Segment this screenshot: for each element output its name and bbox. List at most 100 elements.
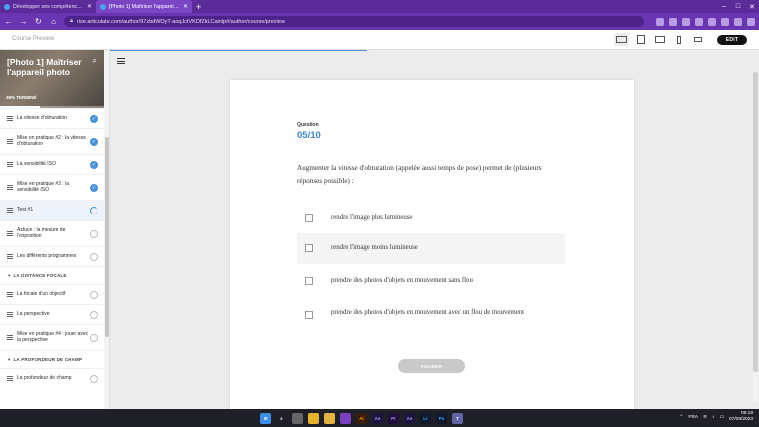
file-explorer-icon[interactable] [324,413,335,424]
chrome-icon[interactable] [308,413,319,424]
extension-icon[interactable] [695,17,703,26]
browser-tab-2[interactable]: [Photo 1] Maîtriser l'appareil pho ✕ [96,0,192,13]
visual-studio-icon[interactable] [340,413,351,424]
photoshop-icon[interactable]: Ps [436,413,447,424]
wifi-icon[interactable]: ≋ [703,415,707,420]
reload-icon[interactable]: ↻ [34,17,43,26]
hamburger-menu-icon[interactable] [117,58,125,64]
tablet-portrait-view-icon[interactable] [652,33,667,46]
sidebar-scrollbar-thumb[interactable] [105,137,109,337]
menu-icon[interactable] [747,17,755,26]
empty-circle-icon [90,310,98,319]
empty-circle-icon [90,374,98,383]
minimize-icon[interactable]: – [717,0,731,13]
extensions-area [656,17,755,26]
lesson-label: Test #1 [17,206,34,213]
check-complete-icon: ✓ [90,160,98,169]
after-effects-icon[interactable]: Ae [404,413,415,424]
sidebar-lesson-item[interactable]: Astuce : la mesure de l'exposition [0,220,104,246]
premiere-icon[interactable]: Pr [388,413,399,424]
language-indicator[interactable]: FRA [688,415,698,420]
answer-choice[interactable]: rendre l'image plus lumineuse [297,211,565,225]
back-icon[interactable]: ← [4,17,13,26]
maximize-icon[interactable]: □ [731,0,745,13]
progress-label: 38% TERMINÉ [6,95,37,100]
lesson-text-icon [7,208,13,213]
sidebar-lesson-item[interactable]: La profondeur de champ [0,368,104,388]
sidebar-lesson-item[interactable]: Les différents programmes [0,246,104,266]
edit-button[interactable]: EDIT [717,35,747,45]
windows-taskbar: ⊞ ⌕ Ai Ae Pr Ae Lr Ps T ⌃ FRA ≋ ♪ ▭ 09:1… [0,409,759,427]
home-icon[interactable]: ⌂ [49,17,58,26]
lesson-progress-line [110,50,367,51]
lesson-text-icon [7,312,13,317]
answer-choice[interactable]: rendre l'image moins lumineuse [297,233,565,264]
new-tab-icon[interactable]: + [196,2,201,12]
bookmark-star-icon[interactable] [669,17,677,26]
sidebar-lesson-item[interactable]: La perspective [0,304,104,324]
sidebar-lesson-item[interactable]: La focale d'un objectif [0,284,104,304]
lightroom-icon[interactable]: Lr [420,413,431,424]
volume-icon[interactable]: ♪ [712,415,714,420]
share-icon[interactable] [656,17,664,26]
extension-icon[interactable] [682,17,690,26]
sidebar-section-header[interactable]: ▾ LA DISTANCE FOCALE [0,266,104,284]
sidebar-lesson-item[interactable]: La vitesse d'obturation ✓ [0,108,104,128]
task-view-icon[interactable] [292,413,303,424]
clock[interactable]: 09:18 07/08/2023 [729,411,753,423]
submit-button[interactable]: VALIDER [398,359,465,373]
content-scrollbar[interactable] [753,72,758,402]
checkbox[interactable] [305,214,313,222]
checkbox[interactable] [305,311,313,319]
sidebar-lesson-item[interactable]: Test #1 [0,200,104,220]
lesson-label: Mise en pratique #4 : jouer avec la pers… [17,330,89,343]
checkbox[interactable] [305,277,313,285]
content-scrollbar-thumb[interactable] [753,72,758,372]
tablet-landscape-view-icon[interactable] [633,33,648,46]
browser-tab-1[interactable]: Développer ses compétences m ✕ [0,0,96,13]
search-icon[interactable]: ⌕ [93,56,97,66]
presentation-view-icon[interactable] [690,33,705,46]
lesson-text-icon [7,254,13,259]
lesson-label: La perspective [17,310,50,317]
profile-avatar[interactable] [734,17,742,26]
lesson-text-icon [7,162,13,167]
battery-icon[interactable]: ▭ [719,415,724,420]
answer-choice[interactable]: prendre des photos d'objets en mouvement… [297,274,565,288]
check-complete-icon: ✓ [90,137,98,146]
quiz-card: Question 05/10 Augmenter la vitesse d'ob… [230,80,634,409]
lesson-text-icon [7,139,13,144]
browser-tab-bar: Développer ses compétences m ✕ [Photo 1]… [0,0,759,13]
download-icon[interactable] [721,17,729,26]
teams-icon[interactable]: T [452,413,463,424]
tab-close-icon[interactable]: ✕ [87,3,92,10]
sidebar-lesson-item[interactable]: Mise en pratique #3 : la sensibilité ISO… [0,174,104,200]
checkbox[interactable] [305,244,313,252]
address-bar[interactable]: 🔒︎ rise.articulate.com/author/97zbdWOyT-… [64,16,644,27]
answer-choice[interactable]: prendre des photos d'objets en mouvement… [297,306,565,328]
chevron-down-icon: ▾ [8,272,11,278]
answer-choice-text: rendre l'image plus lumineuse [331,214,413,221]
forward-icon[interactable]: → [19,17,28,26]
lesson-text-icon [7,116,13,121]
lesson-label: Astuce : la mesure de l'exposition [17,226,66,239]
mobile-view-icon[interactable] [671,33,686,46]
tab-title: Développer ses compétences m [13,3,84,10]
lesson-label: Mise en pratique #2 : la vitesse d'obtur… [17,134,86,147]
illustrator-icon[interactable]: Ai [356,413,367,424]
close-window-icon[interactable]: ✕ [745,0,759,13]
lock-icon: 🔒︎ [70,18,73,24]
chevron-up-icon[interactable]: ⌃ [679,415,683,420]
sidebar-lesson-item[interactable]: Mise en pratique #2 : la vitesse d'obtur… [0,128,104,154]
tab-close-icon[interactable]: ✕ [183,3,188,10]
sidebar-lesson-item[interactable]: La sensibilité ISO ✓ [0,154,104,174]
desktop-view-icon[interactable] [614,33,629,46]
puzzle-icon[interactable] [708,17,716,26]
search-icon[interactable]: ⌕ [276,413,287,424]
after-effects-icon[interactable]: Ae [372,413,383,424]
sidebar-lesson-item[interactable]: Mise en pratique #4 : jouer avec la pers… [0,324,104,350]
sidebar-section-header[interactable]: ▾ LA PROFONDEUR DE CHAMP [0,350,104,368]
tab-favicon-icon [100,3,106,10]
section-label: LA PROFONDEUR DE CHAMP [13,357,83,362]
start-icon[interactable]: ⊞ [260,413,271,424]
